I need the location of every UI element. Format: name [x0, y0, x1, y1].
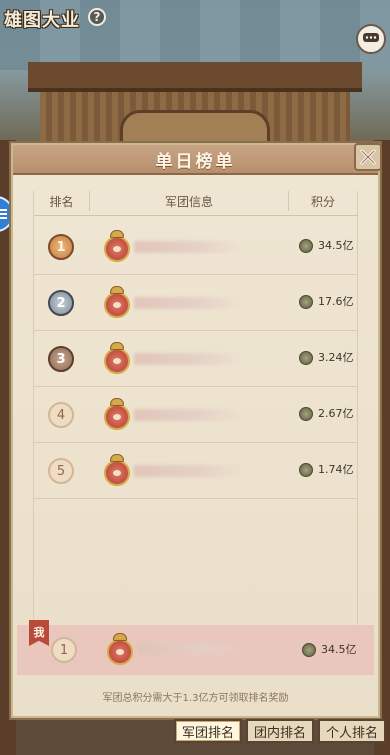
- table-row[interactable]: 4 2.67亿: [34, 387, 357, 443]
- score-coin-icon: [299, 239, 313, 253]
- column-header-rank: 排名: [49, 194, 74, 209]
- score-value: 3.24亿: [318, 351, 354, 364]
- menu-icon: [0, 207, 7, 221]
- close-icon: [360, 149, 376, 165]
- rank-medal: 1: [51, 637, 77, 663]
- legion-name-blurred: [134, 241, 244, 253]
- legion-name-blurred: [134, 465, 244, 477]
- score-coin-icon: [299, 351, 313, 365]
- score-coin-icon: [299, 407, 313, 421]
- table-row[interactable]: 2 17.6亿: [34, 275, 357, 331]
- background-roof: [28, 62, 362, 92]
- table-row[interactable]: 5 1.74亿: [34, 443, 357, 499]
- legion-name-blurred: [134, 409, 244, 421]
- my-legion-row[interactable]: 1 34.5亿: [17, 625, 374, 675]
- score-value: 34.5亿: [318, 239, 354, 252]
- score-value: 1.74亿: [318, 463, 354, 476]
- ranking-panel: 单日榜单 排名 军团信息 积分 1 34.5亿 2 17.6亿 3 3.24亿 …: [11, 143, 382, 718]
- reward-condition-note: 军团总积分需大于1.3亿方可领取排名奖励: [102, 693, 289, 704]
- help-icon[interactable]: ?: [88, 8, 106, 26]
- score-value: 17.6亿: [318, 295, 354, 308]
- rank-medal: 2: [48, 290, 74, 316]
- panel-title: 单日榜单: [155, 151, 236, 172]
- legion-badge-icon: [107, 633, 133, 665]
- tab-personal-ranking[interactable]: 个人排名: [317, 719, 386, 743]
- ranking-tabs: 军团排名 团内排名 个人排名: [173, 719, 386, 743]
- legion-name-blurred: [137, 643, 247, 655]
- tab-legion-ranking[interactable]: 军团排名: [173, 719, 242, 743]
- header-divider: [34, 215, 357, 216]
- rank-medal: 3: [48, 346, 74, 372]
- column-header-score: 积分: [310, 194, 335, 209]
- legion-badge-icon: [104, 454, 130, 486]
- column-header-info: 军团信息: [89, 191, 289, 211]
- game-title: 雄图大业: [4, 10, 80, 31]
- score-value: 34.5亿: [321, 643, 357, 656]
- ranking-table: 排名 军团信息 积分 1 34.5亿 2 17.6亿 3 3.24亿 4 2.6…: [33, 191, 358, 651]
- score-coin-icon: [299, 463, 313, 477]
- legion-badge-icon: [104, 342, 130, 374]
- rank-medal: 4: [48, 402, 74, 428]
- score-value: 2.67亿: [318, 407, 354, 420]
- legion-badge-icon: [104, 398, 130, 430]
- rank-medal: 1: [48, 234, 74, 260]
- score-coin-icon: [302, 643, 316, 657]
- legion-name-blurred: [134, 353, 244, 365]
- tab-in-legion-ranking[interactable]: 团内排名: [245, 719, 314, 743]
- panel-header: 单日榜单: [13, 145, 378, 175]
- score-coin-icon: [299, 295, 313, 309]
- chat-bubble-icon: [363, 33, 379, 42]
- table-row[interactable]: 1 34.5亿: [34, 219, 357, 275]
- legion-badge-icon: [104, 286, 130, 318]
- chat-icon[interactable]: [356, 24, 386, 54]
- legion-badge-icon: [104, 230, 130, 262]
- table-row[interactable]: 3 3.24亿: [34, 331, 357, 387]
- rank-medal: 5: [48, 458, 74, 484]
- legion-name-blurred: [134, 297, 244, 309]
- close-button[interactable]: [354, 143, 382, 171]
- table-header: 排名 军团信息 积分: [34, 191, 357, 211]
